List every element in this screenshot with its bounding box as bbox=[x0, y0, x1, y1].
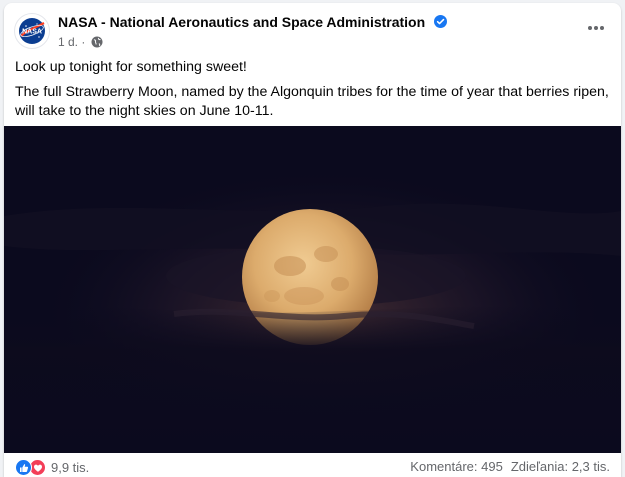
author-name[interactable]: NASA - National Aeronautics and Space Ad… bbox=[58, 14, 425, 30]
meta-separator: · bbox=[81, 34, 86, 49]
post-header: NASA NASA - National Aeronautics and Spa… bbox=[4, 3, 621, 53]
more-options-icon bbox=[588, 26, 604, 30]
avatar-logo-text: NASA bbox=[22, 29, 42, 36]
reaction-count: 9,9 tis. bbox=[51, 460, 90, 475]
post-photo[interactable] bbox=[4, 126, 621, 453]
verified-badge-icon bbox=[433, 15, 447, 29]
avatar[interactable]: NASA bbox=[14, 13, 50, 49]
post-footer: 9,9 tis. Komentáre: 495 Zdieľania: 2,3 ti… bbox=[4, 453, 621, 477]
post-text-line-1: Look up tonight for something sweet! bbox=[15, 59, 247, 75]
globe-icon[interactable] bbox=[91, 36, 103, 48]
shares-count-link[interactable]: Zdieľania: 2,3 tis. bbox=[511, 459, 610, 474]
nasa-logo-icon: NASA bbox=[19, 18, 45, 44]
reactions-summary[interactable]: 9,9 tis. bbox=[15, 459, 89, 476]
post-card: NASA NASA - National Aeronautics and Spa… bbox=[4, 3, 621, 477]
post-meta: 1 d. · bbox=[58, 34, 103, 49]
post-text-line-2: The full Strawberry Moon, named by the A… bbox=[15, 84, 609, 119]
post-text: Look up tonight for something sweet! The… bbox=[15, 58, 615, 121]
more-options-button[interactable] bbox=[584, 16, 608, 40]
post-time[interactable]: 1 d. bbox=[58, 35, 78, 49]
moon-photo-image bbox=[4, 126, 621, 453]
like-reaction-icon bbox=[15, 459, 32, 476]
comments-count-link[interactable]: Komentáre: 495 bbox=[410, 459, 503, 474]
engagement-stats: Komentáre: 495 Zdieľania: 2,3 tis. bbox=[410, 459, 610, 474]
author-row: NASA - National Aeronautics and Space Ad… bbox=[58, 13, 447, 31]
